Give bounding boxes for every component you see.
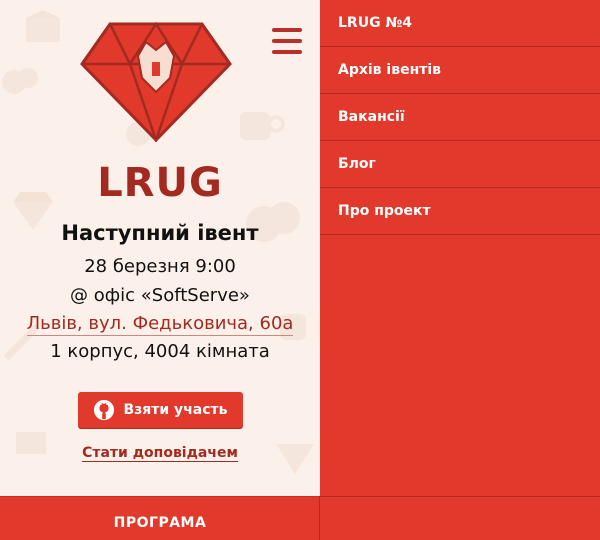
burger-line [272,39,302,43]
join-button[interactable]: Взяти участь [78,392,243,428]
event-heading: Наступний івент [61,221,259,245]
event-date: 28 березня 9:00 [84,256,236,277]
burger-line [272,50,302,54]
menu-divider [320,496,600,497]
cloud-icon [2,68,38,94]
side-menu: LRUG №4 Архів івентів Вакансії Блог Про … [320,0,600,540]
event-room: 1 корпус, 4004 кімната [50,341,270,362]
event-address-link-wrap: Львів, вул. Федьковича, 60а [0,313,320,336]
become-speaker-link[interactable]: Стати доповідачем [82,445,238,462]
menu-item-about[interactable]: Про проект [320,188,600,235]
menu-item-lrug-4[interactable]: LRUG №4 [320,0,600,47]
brand-title: LRUG [97,160,223,206]
github-icon [94,399,115,421]
menu-item-vacancies[interactable]: Вакансії [320,94,600,141]
program-button[interactable]: ПРОГРАМА [0,496,320,540]
join-button-label: Взяти участь [123,402,228,418]
menu-item-blog[interactable]: Блог [320,141,600,188]
box-icon [26,10,60,42]
cup-icon [240,112,285,140]
event-venue: @ офіс «SoftServe» [70,285,250,306]
panel-divider [319,496,320,540]
lrug-logo [80,21,232,142]
speaker-link-wrap: Стати доповідачем [0,445,320,462]
burger-line [272,28,302,32]
menu-item-events-archive[interactable]: Архів івентів [320,47,600,94]
event-address-link[interactable]: Львів, вул. Федьковича, 60а [26,313,294,336]
menu-toggle-button[interactable] [272,28,302,54]
main-panel: LRUG Наступний івент 28 березня 9:00 @ о… [0,0,320,540]
